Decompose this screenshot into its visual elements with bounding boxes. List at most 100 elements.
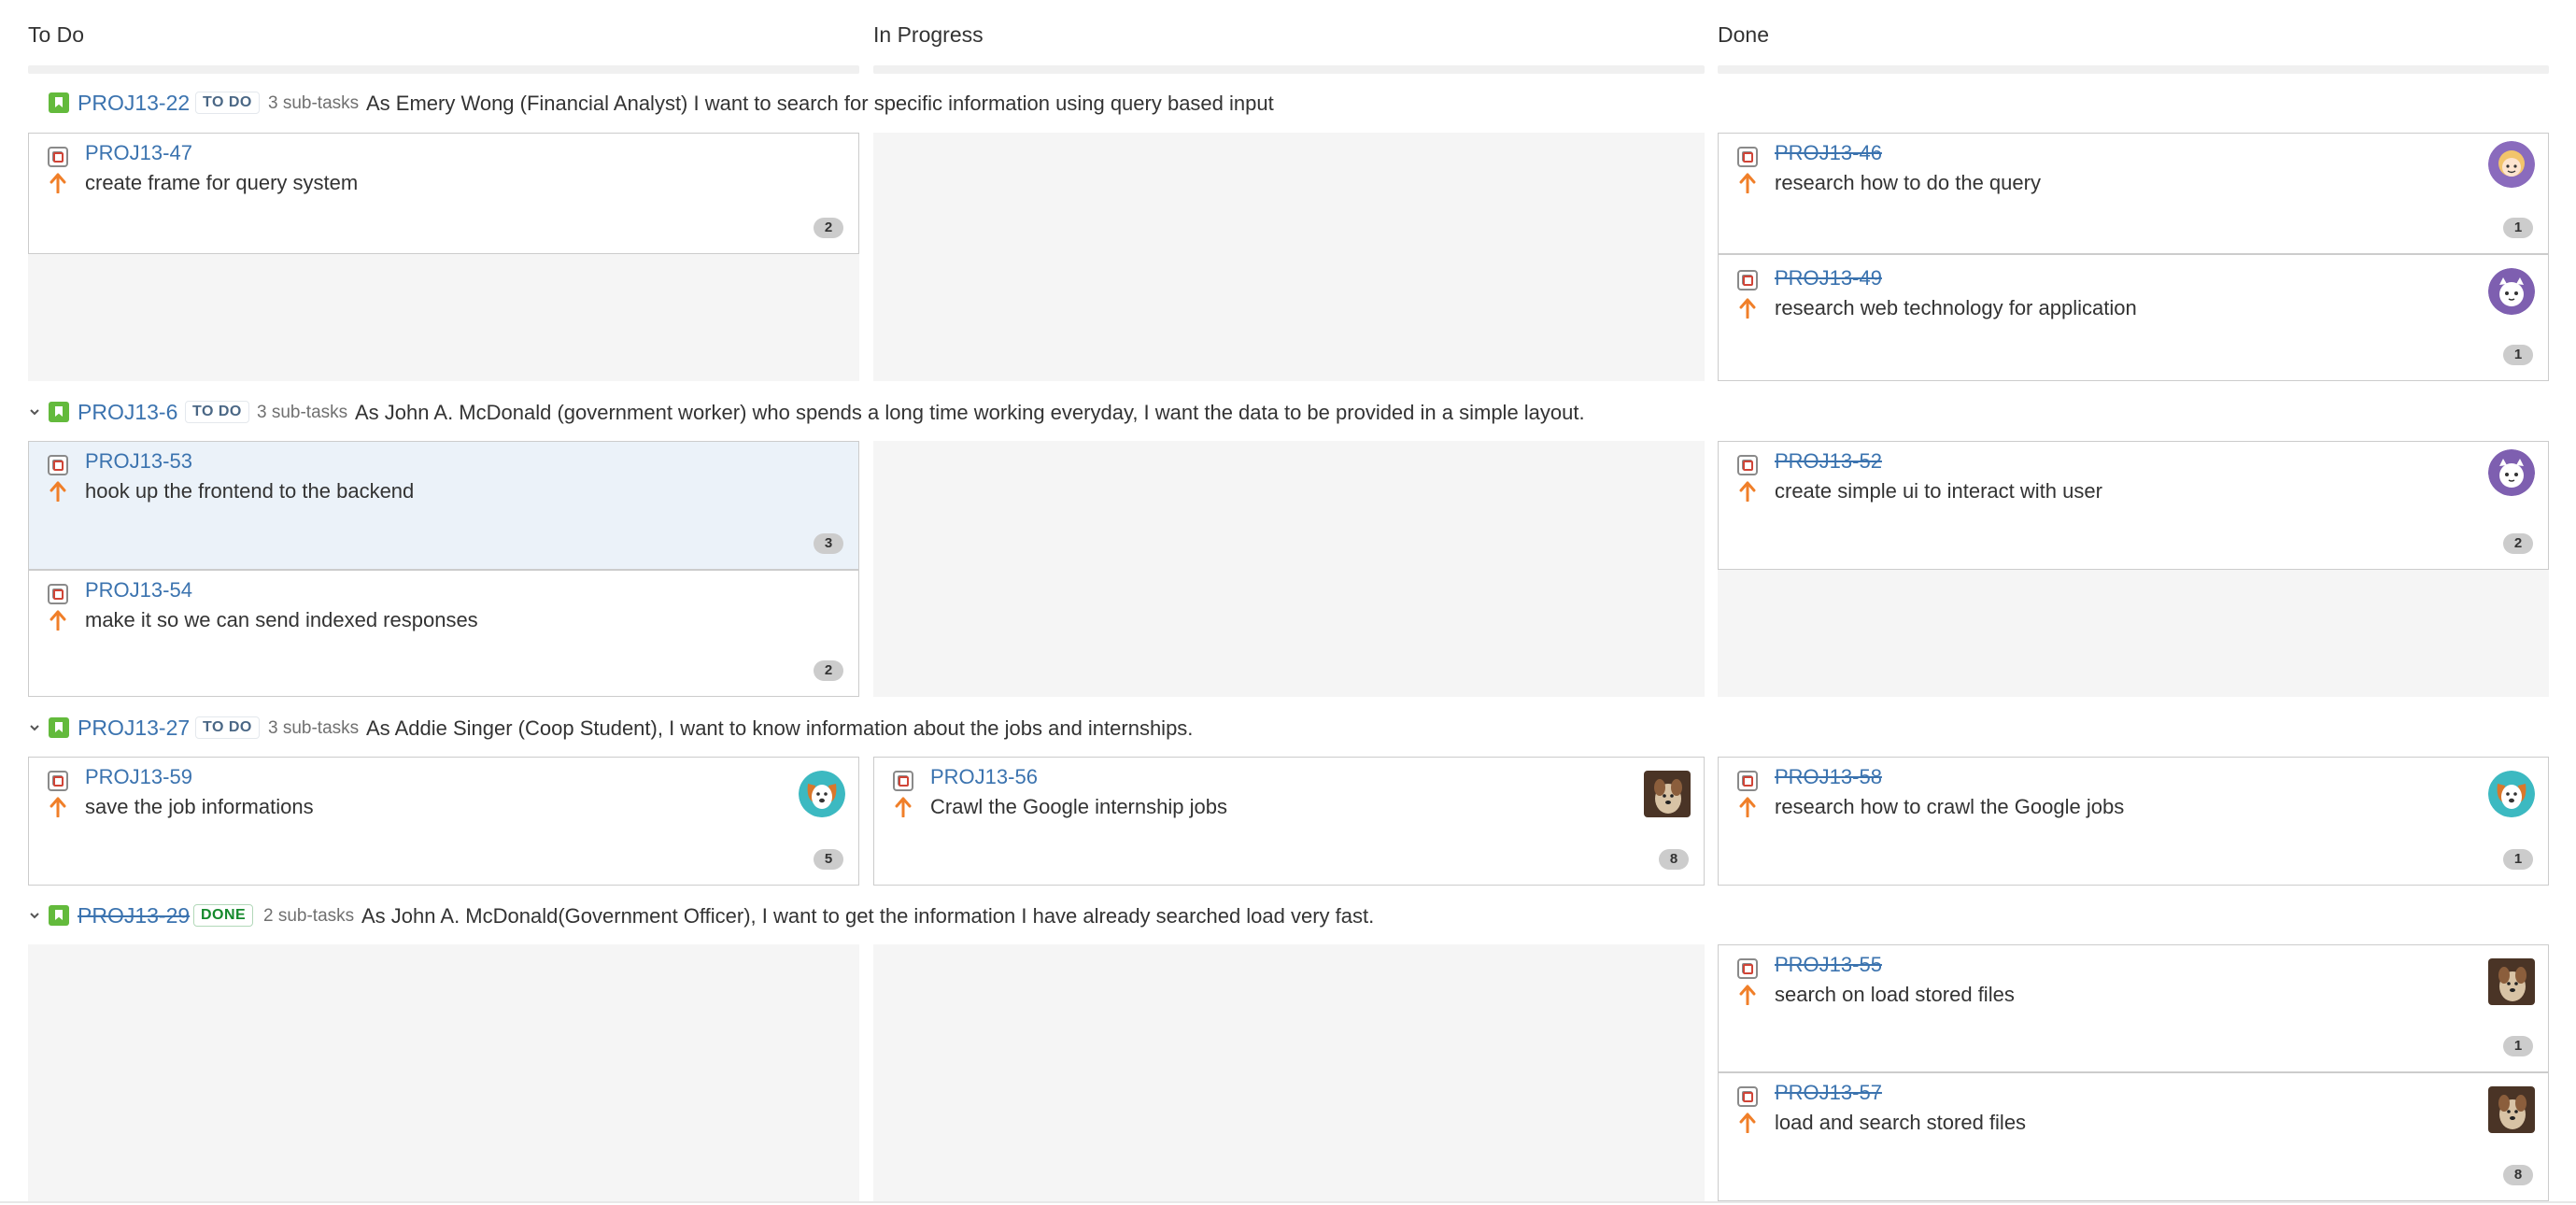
priority-high-icon [1739,1113,1756,1133]
priority-high-icon [1739,985,1756,1005]
subtask-icon [1737,771,1758,791]
column-title-done: Done [1718,22,1769,47]
column-cell-todo [28,944,859,1201]
card-summary: research web technology for application [1775,296,2137,319]
issue-card[interactable]: PROJ13-57 load and search stored files 8 [1718,1072,2549,1201]
story-icon [49,905,69,926]
priority-high-icon [1739,481,1756,502]
card-issue-key[interactable]: PROJ13-49 [1775,266,1882,291]
subtask-icon [893,771,913,791]
estimate-badge: 1 [2503,1036,2533,1056]
issue-card[interactable]: PROJ13-58 research how to crawl the Goog… [1718,757,2549,886]
status-lozenge: TO DO [185,401,249,423]
card-issue-key[interactable]: PROJ13-57 [1775,1081,1882,1105]
status-lozenge: DONE [193,904,254,927]
card-summary: research how to do the query [1775,171,2041,194]
swimlane-issue-key[interactable]: PROJ13-27 [78,716,190,741]
issue-card[interactable]: PROJ13-47 create frame for query system … [28,133,859,254]
estimate-badge: 1 [2503,218,2533,238]
card-summary: research how to crawl the Google jobs [1775,795,2125,818]
card-issue-key[interactable]: PROJ13-54 [85,578,192,602]
swimlane-issue-key[interactable]: PROJ13-29 [78,903,190,929]
swimlane-issue-key[interactable]: PROJ13-6 [78,400,177,425]
card-issue-key[interactable]: PROJ13-47 [85,141,192,165]
card-issue-key[interactable]: PROJ13-56 [930,765,1038,789]
photo-avatar [1644,771,1691,817]
issue-card[interactable]: PROJ13-54 make it so we can send indexed… [28,570,859,697]
estimate-badge: 2 [2503,533,2533,554]
photo-avatar [2488,958,2535,1005]
subtask-icon [1737,270,1758,291]
priority-high-icon [50,610,66,631]
subtask-icon [1737,1086,1758,1107]
subtask-icon [1737,147,1758,167]
issue-card[interactable]: PROJ13-46 research how to do the query 1 [1718,133,2549,254]
chevron-down-icon[interactable] [28,405,41,418]
estimate-badge: 2 [814,218,843,238]
chevron-down-icon[interactable] [28,909,41,922]
column-cell-in-progress [873,133,1705,381]
column-divider [28,65,859,74]
purple-cat-avatar [2488,449,2535,496]
purple-cat-avatar [2488,268,2535,315]
card-summary: make it so we can send indexed responses [85,608,478,631]
swimlane-summary: As Emery Wong (Financial Analyst) I want… [366,92,1274,115]
subtask-count: 3 sub-tasks [268,93,360,113]
issue-card[interactable]: PROJ13-53 hook up the frontend to the ba… [28,441,859,570]
card-issue-key[interactable]: PROJ13-58 [1775,765,1882,789]
card-issue-key[interactable]: PROJ13-55 [1775,953,1882,977]
swimlane-header[interactable]: PROJ13-6 TO DO 3 sub-tasks As John A. Mc… [0,393,2576,431]
column-cell-in-progress [873,944,1705,1201]
swimlane-header[interactable]: PROJ13-29 DONE 2 sub-tasks As John A. Mc… [0,897,2576,934]
estimate-badge: 2 [814,660,843,681]
card-issue-key[interactable]: PROJ13-52 [1775,449,1882,474]
estimate-badge: 5 [814,849,843,870]
divider [0,1201,2576,1203]
subtask-icon [48,771,68,791]
column-title-in-progress: In Progress [873,22,984,47]
priority-high-icon [1739,298,1756,319]
swimlane-issue-key[interactable]: PROJ13-22 [78,91,190,116]
story-icon [49,402,69,422]
issue-card[interactable]: PROJ13-56 Crawl the Google internship jo… [873,757,1705,886]
subtask-icon [48,147,68,167]
issue-card[interactable]: PROJ13-52 create simple ui to interact w… [1718,441,2549,570]
column-cell-in-progress [873,441,1705,697]
issue-card[interactable]: PROJ13-55 search on load stored files 1 [1718,944,2549,1072]
column-title-todo: To Do [28,22,85,47]
status-lozenge: TO DO [195,92,260,114]
subtask-icon [48,455,68,475]
issue-card[interactable]: PROJ13-59 save the job informations 5 [28,757,859,886]
subtask-count: 2 sub-tasks [263,906,355,926]
subtask-icon [48,584,68,604]
priority-high-icon [1739,173,1756,193]
story-icon [49,717,69,738]
subtask-icon [1737,958,1758,979]
priority-high-icon [50,797,66,817]
priority-high-icon [895,797,912,817]
column-divider [873,65,1705,74]
card-issue-key[interactable]: PROJ13-53 [85,449,192,474]
subtask-count: 3 sub-tasks [257,403,348,422]
card-summary: hook up the frontend to the backend [85,479,415,503]
estimate-badge: 1 [2503,345,2533,365]
story-icon [49,92,69,113]
swimlane-summary: As Addie Singer (Coop Student), I want t… [366,716,1194,740]
estimate-badge: 3 [814,533,843,554]
blonde-person-avatar [2488,141,2535,188]
chevron-down-icon[interactable] [28,721,41,734]
estimate-badge: 8 [2503,1165,2533,1185]
priority-high-icon [1739,797,1756,817]
swimlane-header[interactable]: PROJ13-27 TO DO 3 sub-tasks As Addie Sin… [0,709,2576,746]
swimlane-header[interactable]: PROJ13-22 TO DO 3 sub-tasks As Emery Won… [0,84,2576,121]
card-issue-key[interactable]: PROJ13-59 [85,765,192,789]
subtask-icon [1737,455,1758,475]
priority-high-icon [50,173,66,193]
card-issue-key[interactable]: PROJ13-46 [1775,141,1882,165]
swimlane-summary: As John A. McDonald (government worker) … [355,401,1585,424]
swimlane-summary: As John A. McDonald(Government Officer),… [361,904,1375,928]
status-lozenge: TO DO [195,716,260,739]
card-summary: Crawl the Google internship jobs [930,795,1227,818]
card-summary: load and search stored files [1775,1111,2027,1134]
issue-card[interactable]: PROJ13-49 research web technology for ap… [1718,254,2549,381]
